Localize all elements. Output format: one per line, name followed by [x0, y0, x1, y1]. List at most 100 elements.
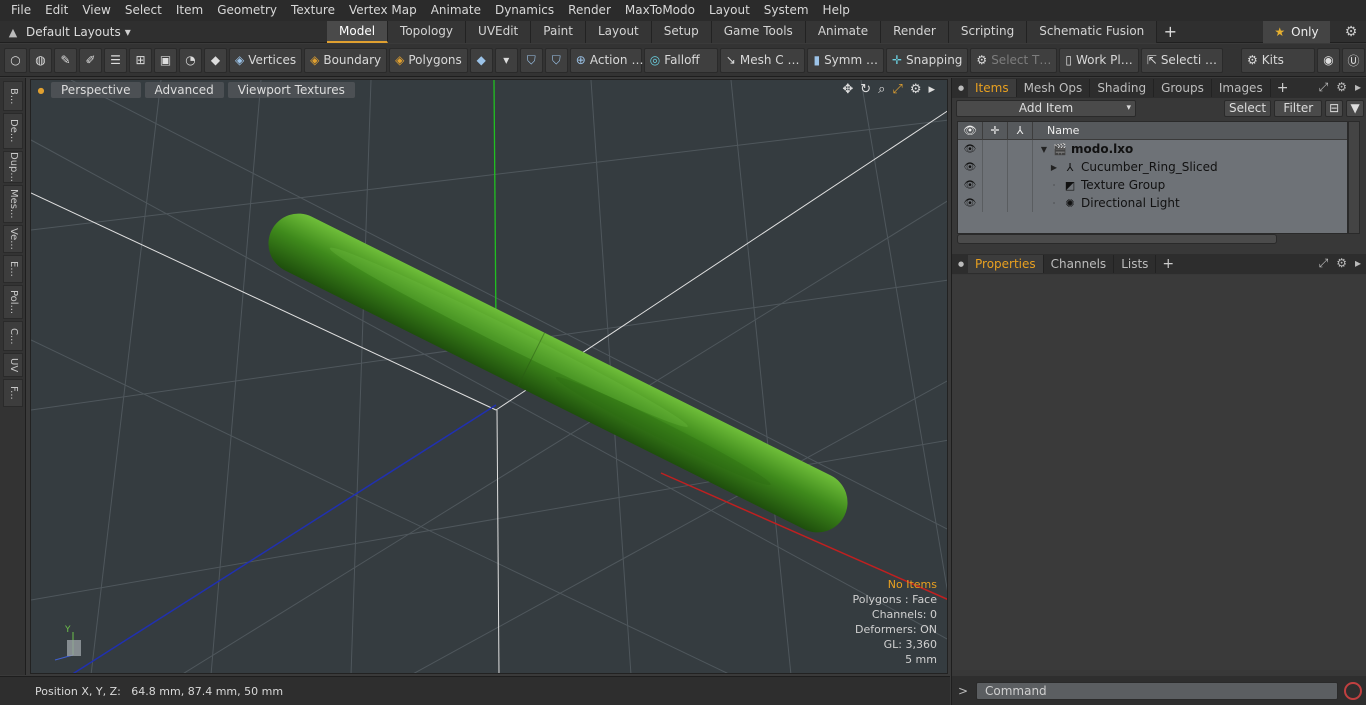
menu-help[interactable]: Help — [816, 0, 857, 21]
visibility-eye-icon[interactable]: 👁 — [958, 194, 983, 212]
item-list-hscrollbar[interactable] — [957, 234, 1277, 244]
menu-vertex-map[interactable]: Vertex Map — [342, 0, 424, 21]
shield-alt-icon[interactable]: ⛉ — [544, 47, 568, 73]
panel-arrow-icon[interactable]: ▸ — [1355, 256, 1361, 271]
transform-icon[interactable]: ⊞ — [129, 47, 152, 73]
tab-shading[interactable]: Shading — [1090, 79, 1155, 97]
snapping-button[interactable]: ✛ Snapping — [885, 47, 969, 73]
tab-scripting[interactable]: Scripting — [948, 21, 1028, 43]
list-item[interactable]: 👁 · ◩ Texture Group — [958, 176, 1347, 194]
work-plane-button[interactable]: ▯ Work Pl… — [1059, 47, 1139, 73]
select-through-button[interactable]: ⚙ Select T… — [970, 47, 1058, 73]
tab-channels[interactable]: Channels — [1044, 255, 1115, 273]
panel-arrow-icon[interactable]: ▸ — [1355, 80, 1361, 95]
kits-button[interactable]: ⚙ Kits — [1240, 47, 1315, 73]
viewport-textures-button[interactable]: Viewport Textures — [227, 82, 355, 98]
tab-uvedit[interactable]: UVEdit — [466, 21, 532, 43]
visibility-eye-icon[interactable]: 👁 — [958, 158, 983, 176]
axes-slot[interactable] — [1008, 158, 1033, 176]
pan-icon[interactable]: ✥ — [842, 82, 853, 97]
tab-items[interactable]: Items — [968, 79, 1017, 97]
menu-select[interactable]: Select — [118, 0, 169, 21]
tab-model[interactable]: Model — [327, 21, 389, 43]
expand-toggle-icon[interactable]: ▶ — [1049, 163, 1059, 172]
item-mode-icon[interactable]: ◆ — [469, 47, 493, 73]
panel-menu-dot-icon[interactable]: ● — [954, 260, 968, 268]
list-item[interactable]: 👁 ▼ 🎬 modo.lxo — [958, 140, 1347, 158]
rotate-icon[interactable]: ↻ — [860, 82, 871, 97]
gear-icon[interactable]: ⚙ — [1336, 21, 1366, 43]
axes-slot[interactable] — [1008, 140, 1033, 158]
side-tab-0[interactable]: B... — [3, 81, 23, 111]
filter-button[interactable]: Filter — [1274, 100, 1323, 117]
symmetry-button[interactable]: ▮ Symm … — [807, 47, 884, 73]
panel-expand-icon[interactable]: ⤢ — [1319, 80, 1329, 95]
panel-expand-icon[interactable]: ⤢ — [1319, 256, 1329, 271]
side-tab-5[interactable]: E... — [3, 255, 23, 283]
mesh-constraints-button[interactable]: ↘ Mesh C … — [719, 47, 806, 73]
unreal-icon[interactable]: Ⓤ — [1341, 47, 1365, 73]
add-tab-icon[interactable]: + — [1271, 79, 1295, 97]
side-tab-6[interactable]: Pol... — [3, 285, 23, 319]
cube-shade-icon[interactable]: ◆ — [204, 47, 227, 73]
axes-slot[interactable] — [1008, 194, 1033, 212]
action-center-button[interactable]: ⊕ Action… — [569, 47, 643, 73]
lock-icon[interactable]: ✛ — [983, 121, 1008, 140]
record-macro-icon[interactable] — [1344, 681, 1362, 700]
side-tab-4[interactable]: Ve... — [3, 225, 23, 253]
snap-box-icon[interactable]: ▣ — [154, 47, 177, 73]
side-tab-7[interactable]: C... — [3, 321, 23, 351]
zoom-icon[interactable]: ⌕ — [878, 82, 885, 97]
align-icon[interactable]: ☰ — [104, 47, 127, 73]
axes-icon[interactable]: ⅄ — [1008, 121, 1033, 140]
axes-slot[interactable] — [1008, 176, 1033, 194]
falloff-button[interactable]: ◎ Falloff — [643, 47, 718, 73]
polygons-button[interactable]: ◈ Polygons — [389, 47, 468, 73]
menu-view[interactable]: View — [75, 0, 117, 21]
side-tab-8[interactable]: UV — [3, 353, 23, 377]
tab-setup[interactable]: Setup — [651, 21, 712, 43]
shield-icon[interactable]: ⛉ — [519, 47, 543, 73]
maximize-icon[interactable]: ⤢ — [892, 82, 902, 97]
collapse-icon[interactable]: ⊟ — [1325, 100, 1344, 117]
pen-tool-icon[interactable]: ✎ — [54, 47, 77, 73]
menu-animate[interactable]: Animate — [424, 0, 488, 21]
expand-toggle-icon[interactable]: · — [1049, 181, 1059, 190]
side-tab-1[interactable]: De... — [3, 113, 23, 149]
side-tab-9[interactable]: F... — [3, 379, 23, 407]
menu-render[interactable]: Render — [561, 0, 618, 21]
selection-button[interactable]: ⇱ Selecti … — [1140, 47, 1223, 73]
perspective-button[interactable]: Perspective — [51, 82, 141, 98]
tab-lists[interactable]: Lists — [1114, 255, 1157, 273]
3d-viewport[interactable]: Y ● Perspective Advanced Viewport Textur… — [30, 79, 948, 674]
visibility-eye-icon[interactable]: 👁 — [958, 121, 983, 140]
expand-toggle-icon[interactable]: · — [1049, 199, 1059, 208]
unity-icon[interactable]: ◉ — [1316, 47, 1340, 73]
tab-layout[interactable]: Layout — [585, 21, 652, 43]
panel-gear-icon[interactable]: ⚙ — [1336, 256, 1347, 271]
lock-slot[interactable] — [983, 140, 1008, 158]
tab-paint[interactable]: Paint — [531, 21, 586, 43]
tab-images[interactable]: Images — [1212, 79, 1271, 97]
clock-icon[interactable]: ◔ — [179, 47, 202, 73]
menu-texture[interactable]: Texture — [284, 0, 342, 21]
vertices-button[interactable]: ◈ Vertices — [229, 47, 303, 73]
side-tab-3[interactable]: Mes... — [3, 185, 23, 223]
collapse-up-icon[interactable]: ▲ — [0, 26, 26, 39]
expand-arrow-icon[interactable]: ▸ — [928, 82, 935, 97]
visibility-eye-icon[interactable]: 👁 — [958, 140, 983, 158]
dropdown-arrow-icon[interactable]: ▾ — [494, 47, 518, 73]
menu-item[interactable]: Item — [169, 0, 210, 21]
select-button[interactable]: Select — [1223, 100, 1272, 117]
menu-dynamics[interactable]: Dynamics — [488, 0, 561, 21]
item-list-scrollbar[interactable] — [1348, 121, 1360, 234]
tab-groups[interactable]: Groups — [1154, 79, 1212, 97]
tab-schematic-fusion[interactable]: Schematic Fusion — [1027, 21, 1158, 43]
menu-edit[interactable]: Edit — [38, 0, 75, 21]
viewport-menu-dot-icon[interactable]: ● — [35, 86, 47, 95]
list-item[interactable]: 👁 ▶ ⅄ Cucumber_Ring_Sliced — [958, 158, 1347, 176]
advanced-button[interactable]: Advanced — [144, 82, 224, 98]
tab-game-tools[interactable]: Game Tools — [711, 21, 806, 43]
command-input[interactable]: Command — [976, 681, 1338, 700]
add-tab-icon[interactable]: + — [1157, 21, 1183, 43]
